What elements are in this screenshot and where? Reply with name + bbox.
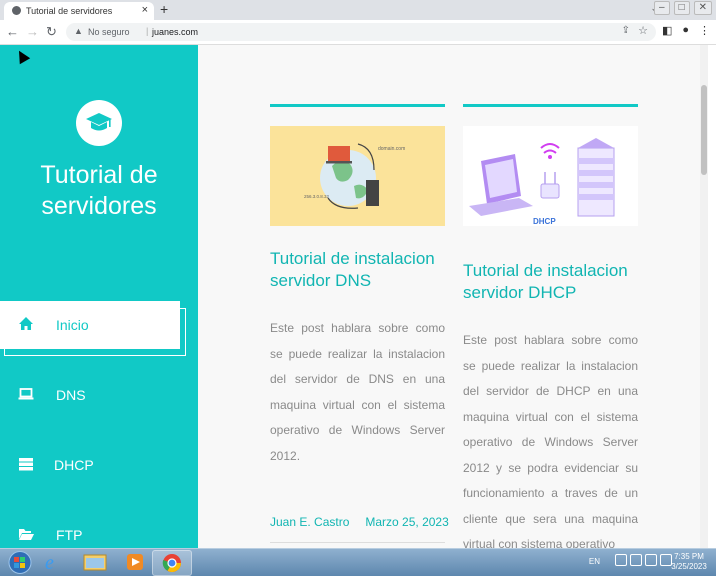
clock[interactable]: 7:35 PM 3/25/2023 xyxy=(670,552,708,572)
server-icon xyxy=(19,458,33,471)
sidebar-item-inicio[interactable]: Inicio xyxy=(0,301,180,349)
post-author[interactable]: Juan E. Castro xyxy=(270,515,349,529)
network-icon[interactable] xyxy=(645,554,657,566)
url-text: juanes.com xyxy=(152,27,199,37)
clock-date: 3/25/2023 xyxy=(671,562,707,571)
internet-explorer-icon[interactable]: e xyxy=(34,550,72,574)
sidebar-item-dns[interactable]: DNS xyxy=(0,371,198,419)
post-date: Marzo 25, 2023 xyxy=(365,515,449,529)
media-player-icon[interactable] xyxy=(118,550,156,574)
menu-icon[interactable]: ⋮ xyxy=(699,24,710,37)
flag-icon[interactable] xyxy=(615,554,627,566)
browser-tab[interactable]: Tutorial de servidores × xyxy=(4,2,154,20)
forward-icon[interactable]: → xyxy=(26,24,39,39)
system-tray: EN 7:35 PM 3/25/2023 xyxy=(556,549,716,576)
close-window-button[interactable]: ✕ xyxy=(693,1,712,15)
clock-time: 7:35 PM xyxy=(674,552,704,561)
post-title[interactable]: Tutorial de instalacion servidor DHCP xyxy=(463,260,638,304)
maximize-button[interactable]: □ xyxy=(673,1,690,15)
not-secure-label: No seguro xyxy=(88,27,130,37)
post-excerpt: Este post hablara sobre como se puede re… xyxy=(463,333,638,548)
graduation-cap-icon xyxy=(86,113,112,131)
main-content: domain.com 256.3.0.8.32 Tutorial de inst… xyxy=(198,45,708,548)
folder-open-icon xyxy=(19,529,34,540)
minimize-button[interactable]: – xyxy=(654,1,670,15)
language-indicator[interactable]: EN xyxy=(589,557,600,566)
sidebar-item-label: Inicio xyxy=(56,317,89,333)
sidebar-item-label: DNS xyxy=(56,387,86,403)
site-title: Tutorial de servidores xyxy=(40,161,158,220)
sidebar-item-label: DHCP xyxy=(54,457,94,473)
globe-icon xyxy=(12,6,21,15)
image-caption: domain.com xyxy=(378,146,405,152)
scrollbar[interactable] xyxy=(700,45,708,548)
dhcp-illustration[interactable]: DHCP xyxy=(463,126,638,226)
svg-text:e: e xyxy=(45,552,54,574)
warning-icon: ▲ xyxy=(74,26,83,36)
scrollbar-thumb[interactable] xyxy=(701,85,707,175)
post-meta: Juan E. Castro Marzo 25, 2023 xyxy=(270,515,449,529)
side-panel-icon[interactable]: ◧ xyxy=(662,24,672,37)
bookmark-star-icon[interactable]: ☆ xyxy=(638,24,648,37)
post-excerpt: Este post hablara sobre como se puede re… xyxy=(270,321,445,463)
url-field[interactable]: ▲ No seguro | juanes.com ⇪ ☆ xyxy=(66,23,656,41)
reload-icon[interactable]: ↻ xyxy=(46,24,57,40)
share-icon[interactable]: ⇪ xyxy=(622,25,630,36)
monitor-icon[interactable] xyxy=(630,554,642,566)
tab-title: Tutorial de servidores xyxy=(26,6,113,16)
image-caption: DHCP xyxy=(533,217,556,226)
taskbar: e EN 7:35 PM 3/25/2023 xyxy=(0,548,716,576)
logo xyxy=(76,100,122,146)
back-icon[interactable]: ← xyxy=(6,24,19,39)
sidebar-item-dhcp[interactable]: DHCP xyxy=(0,441,198,489)
file-explorer-icon[interactable] xyxy=(76,550,114,574)
sidebar-item-ftp[interactable]: FTP xyxy=(0,511,198,548)
sidebar: Tutorial de servidores Inicio DNS DHCP F… xyxy=(0,45,198,548)
new-tab-button[interactable]: + xyxy=(160,1,168,17)
browser-tab-bar: Tutorial de servidores × + ⌄ – □ ✕ xyxy=(0,0,716,20)
address-bar: ← → ↻ ▲ No seguro | juanes.com ⇪ ☆ ◧ ● ⋮ xyxy=(0,20,716,45)
web-page: Tutorial de servidores Inicio DNS DHCP F… xyxy=(0,45,716,548)
profile-icon[interactable]: ● xyxy=(682,24,689,37)
dns-illustration[interactable]: domain.com 256.3.0.8.32 xyxy=(270,126,445,226)
window-controls: – □ ✕ xyxy=(654,1,712,15)
home-icon xyxy=(19,317,33,330)
sidebar-item-label: FTP xyxy=(56,527,83,543)
laptop-icon xyxy=(18,388,34,400)
close-tab-icon[interactable]: × xyxy=(142,4,148,16)
post-title[interactable]: Tutorial de instalacion servidor DNS xyxy=(270,248,445,292)
chrome-taskbar-icon[interactable] xyxy=(152,550,192,576)
image-ip: 256.3.0.8.32 xyxy=(304,194,330,199)
